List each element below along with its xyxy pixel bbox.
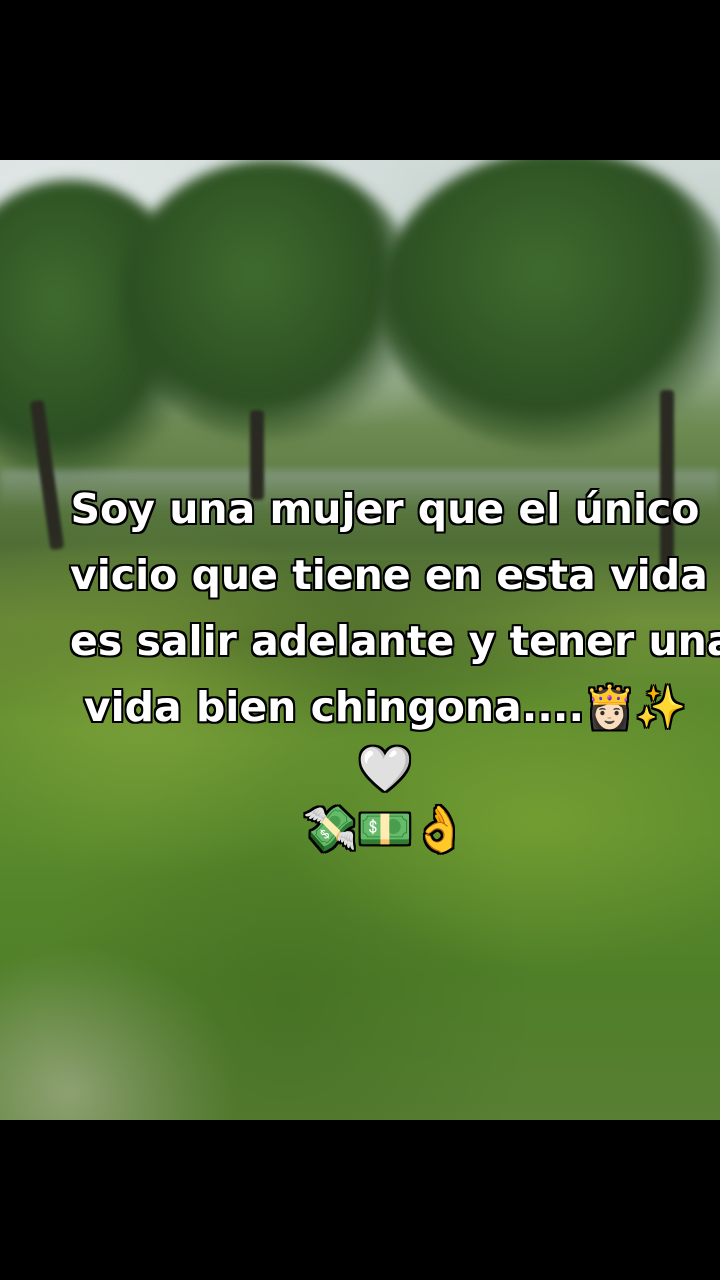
caption-text: Soy una mujer que el único vicio que tie…	[70, 476, 720, 860]
money-ok-emojis: 💸💵👌	[302, 804, 468, 855]
caption-line-2: vicio que tiene en esta vida	[70, 551, 708, 599]
caption-line-3: es salir adelante y tener una	[70, 617, 720, 665]
letterbox-bottom	[0, 1120, 720, 1280]
caption-line-4: vida bien chingona....👸🏻✨	[83, 683, 687, 731]
caption-line-1: Soy una mujer que el único	[70, 485, 700, 533]
letterbox-top	[0, 0, 720, 160]
heart-emoji: 🤍	[357, 744, 413, 795]
tree-canopy-center	[120, 160, 420, 440]
